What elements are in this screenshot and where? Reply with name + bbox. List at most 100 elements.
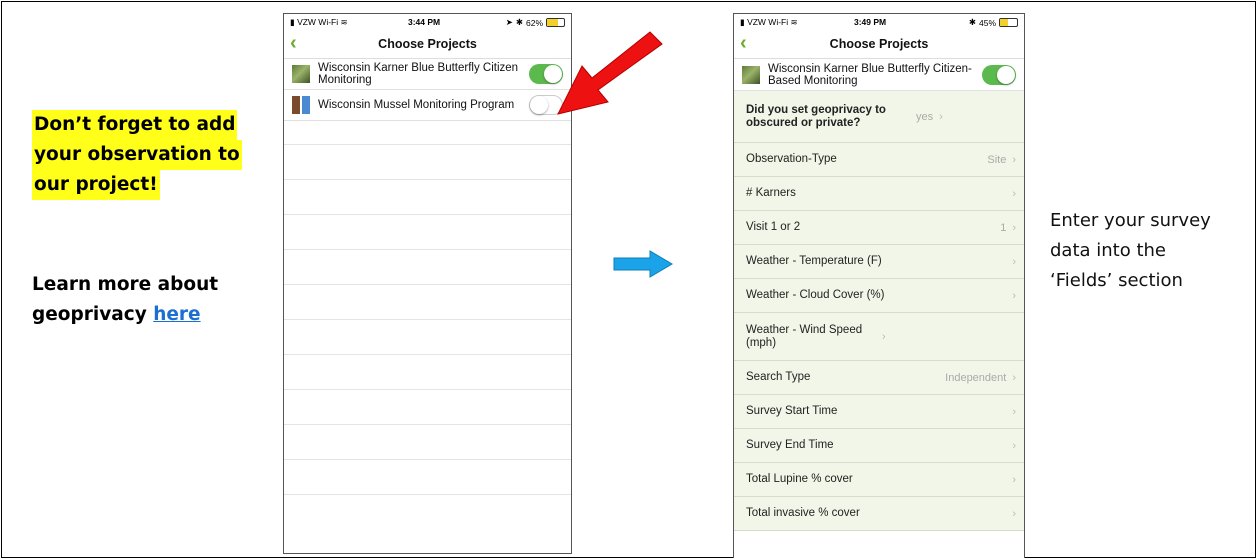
blue-arrow-icon	[613, 250, 673, 278]
nav-bar: ‹ Choose Projects	[284, 30, 571, 59]
project-name: Wisconsin Karner Blue Butterfly Citizen …	[318, 62, 519, 86]
project-row[interactable]: Wisconsin Karner Blue Butterfly Citizen …	[284, 59, 571, 90]
field-label: Weather - Cloud Cover (%)	[746, 289, 885, 301]
field-row[interactable]: Weather - Cloud Cover (%) ›	[734, 279, 1024, 313]
chevron-right-icon: ›	[1012, 371, 1016, 384]
empty-row	[284, 355, 571, 390]
bluetooth-icon: ✱	[968, 17, 976, 27]
battery-indicator: ➤ ✱ 62%	[506, 17, 565, 28]
phone-screenshot-choose-projects: ▮ VZW Wi-Fi ≋ 3:44 PM ➤ ✱ 62% ‹ Choose P…	[283, 13, 572, 554]
battery-icon	[999, 18, 1018, 27]
field-row[interactable]: Search Type Independent ›	[734, 361, 1024, 395]
field-label: # Karners	[746, 187, 796, 199]
page-title: Choose Projects	[829, 37, 929, 51]
page-title: Choose Projects	[378, 37, 477, 51]
chevron-right-icon: ›	[882, 330, 886, 343]
field-row[interactable]: Total invasive % cover ›	[734, 497, 1024, 531]
battery-level	[1000, 19, 1008, 26]
project-toggle[interactable]	[982, 64, 1016, 85]
empty-row	[284, 121, 571, 145]
chevron-right-icon: ›	[1012, 221, 1016, 234]
field-value: Site	[987, 153, 1007, 166]
battery-icon	[546, 18, 565, 27]
field-label: Weather - Temperature (F)	[746, 255, 882, 267]
wifi-icon: ≋	[790, 17, 798, 27]
field-label: Survey Start Time	[746, 405, 838, 417]
learn-more-prefix: geoprivacy	[32, 304, 154, 325]
chevron-right-icon: ›	[1012, 439, 1016, 452]
reminder-line: our project!	[32, 170, 160, 200]
empty-row	[284, 180, 571, 215]
field-label: Did you set geoprivacy to obscured or pr…	[746, 103, 886, 129]
field-label: Search Type	[746, 371, 811, 383]
field-value: yes	[916, 110, 934, 123]
fields-list: Did you set geoprivacy to obscured or pr…	[734, 91, 1024, 531]
chevron-right-icon: ›	[1012, 507, 1016, 520]
empty-row	[284, 145, 571, 180]
field-value: 1	[1000, 221, 1007, 234]
status-bar: ▮ VZW Wi-Fi ≋ 3:49 PM ✱ 45%	[734, 14, 1024, 30]
battery-indicator: ✱ 45%	[969, 17, 1018, 28]
field-row[interactable]: Visit 1 or 2 1 ›	[734, 211, 1024, 245]
battery-level	[547, 19, 558, 26]
field-row[interactable]: Survey End Time ›	[734, 429, 1024, 463]
field-row[interactable]: Total Lupine % cover ›	[734, 463, 1024, 497]
instruction-text: Enter your survey data into the ‘Fields’…	[1050, 206, 1211, 296]
instruction-line: data into the	[1050, 240, 1167, 261]
field-label: Weather - Wind Speed (mph)	[746, 323, 863, 349]
learn-more-text: Learn more about geoprivacy here	[32, 270, 218, 330]
butterfly-habitat-thumbnail	[742, 65, 760, 84]
signal-icon: ▮	[290, 17, 295, 27]
chevron-right-icon: ›	[1012, 473, 1016, 486]
field-label: Total Lupine % cover	[746, 473, 853, 485]
field-row[interactable]: Survey Start Time ›	[734, 395, 1024, 429]
carrier-label: ▮ VZW Wi-Fi ≋	[290, 17, 348, 28]
chevron-right-icon: ›	[1012, 255, 1016, 268]
wifi-icon: ≋	[340, 17, 348, 27]
butterfly-habitat-thumbnail	[292, 65, 310, 83]
field-row[interactable]: # Karners ›	[734, 177, 1024, 211]
field-label: Visit 1 or 2	[746, 221, 801, 233]
red-arrow-icon	[557, 31, 663, 115]
signal-icon: ▮	[740, 17, 745, 27]
field-value: Independent	[945, 371, 1007, 384]
empty-row	[284, 215, 571, 250]
toggle-knob	[997, 65, 1015, 84]
empty-row	[284, 390, 571, 425]
reminder-text: Don’t forget to add your observation to …	[32, 110, 242, 200]
empty-row	[284, 425, 571, 460]
chevron-right-icon: ›	[939, 110, 943, 123]
instruction-line: Enter your survey	[1050, 210, 1211, 231]
chevron-right-icon: ›	[1012, 289, 1016, 302]
chevron-right-icon: ›	[1012, 153, 1016, 166]
field-row[interactable]: Weather - Temperature (F) ›	[734, 245, 1024, 279]
project-name: Wisconsin Mussel Monitoring Program	[318, 99, 515, 111]
location-icon: ➤	[505, 17, 513, 27]
status-time: 3:49 PM	[854, 17, 887, 27]
geoprivacy-here-link[interactable]: here	[153, 304, 200, 325]
learn-more-link-line: geoprivacy here	[32, 300, 218, 330]
project-row[interactable]: Wisconsin Karner Blue Butterfly Citizen-…	[734, 59, 1024, 91]
toggle-knob	[530, 96, 548, 114]
project-name: Wisconsin Karner Blue Butterfly Citizen-…	[768, 62, 972, 87]
field-row[interactable]: Weather - Wind Speed (mph) ›	[734, 313, 1024, 361]
mussel-program-logo	[292, 96, 310, 114]
project-row[interactable]: Wisconsin Mussel Monitoring Program	[284, 90, 571, 121]
empty-row	[284, 250, 571, 285]
carrier-text: VZW Wi-Fi	[297, 17, 339, 27]
battery-percent: 45%	[978, 17, 996, 28]
reminder-line: Don’t forget to add	[32, 110, 238, 140]
field-row[interactable]: Observation-Type Site ›	[734, 143, 1024, 177]
phone-screenshot-project-fields: ▮ VZW Wi-Fi ≋ 3:49 PM ✱ 45% ‹ Choose Pro…	[733, 13, 1025, 558]
chevron-right-icon: ›	[1012, 187, 1016, 200]
nav-bar: ‹ Choose Projects	[734, 30, 1024, 59]
field-label: Total invasive % cover	[746, 507, 860, 519]
empty-row	[284, 320, 571, 355]
battery-percent: 62%	[525, 17, 543, 28]
instruction-line: ‘Fields’ section	[1050, 270, 1183, 291]
empty-row	[284, 460, 571, 495]
field-label: Observation-Type	[746, 153, 837, 165]
field-row[interactable]: Did you set geoprivacy to obscured or pr…	[734, 91, 1024, 143]
status-time: 3:44 PM	[408, 17, 441, 27]
reminder-line: your observation to	[32, 140, 242, 170]
